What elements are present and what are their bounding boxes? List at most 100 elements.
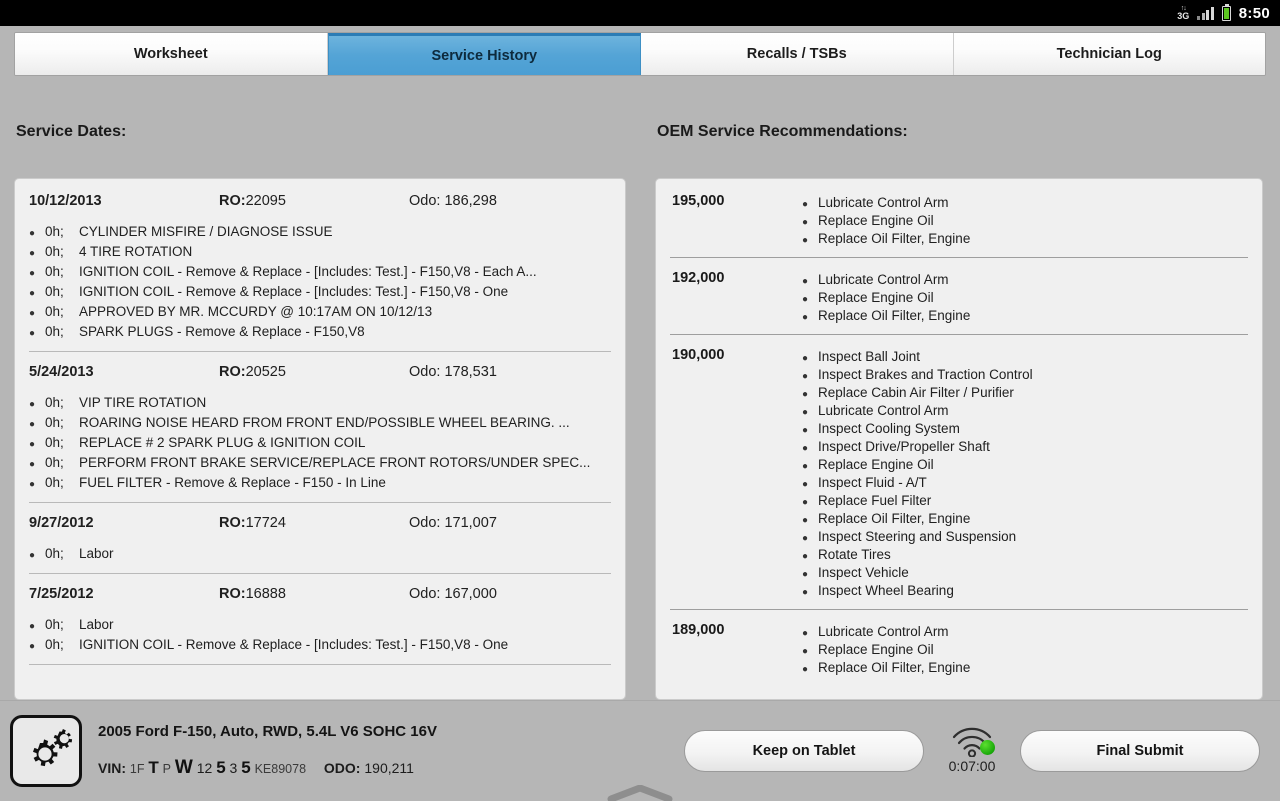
service-line-description: Labor xyxy=(79,617,114,632)
oem-item-list: ●Lubricate Control Arm●Replace Engine Oi… xyxy=(802,193,1248,247)
oem-item[interactable]: ●Inspect Cooling System xyxy=(802,419,1248,437)
oem-item[interactable]: ●Rotate Tires xyxy=(802,545,1248,563)
oem-item-label: Lubricate Control Arm xyxy=(818,272,949,287)
oem-item[interactable]: ●Replace Engine Oil xyxy=(802,640,1248,658)
bullet-icon: ● xyxy=(802,372,818,382)
service-line-item[interactable]: ●0h;REPLACE # 2 SPARK PLUG & IGNITION CO… xyxy=(29,432,611,452)
oem-item[interactable]: ●Inspect Wheel Bearing xyxy=(802,581,1248,599)
oem-item-label: Inspect Wheel Bearing xyxy=(818,583,954,598)
service-record-header: 7/25/2012RO:16888Odo: 167,000 xyxy=(29,586,611,602)
main-content: Service Dates: 10/12/2013RO:22095Odo: 18… xyxy=(0,76,1280,700)
odo-label: ODO: xyxy=(324,760,361,776)
bullet-icon: ● xyxy=(802,647,818,657)
service-line-item[interactable]: ●0h;IGNITION COIL - Remove & Replace - [… xyxy=(29,634,611,654)
service-record-header: 10/12/2013RO:22095Odo: 186,298 xyxy=(29,193,611,209)
drawer-chevron-up-icon[interactable] xyxy=(605,785,675,801)
service-line-description: APPROVED BY MR. MCCURDY @ 10:17AM ON 10/… xyxy=(79,304,432,319)
service-record[interactable]: 5/24/2013RO:20525Odo: 178,531●0h;VIP TIR… xyxy=(29,352,611,503)
keep-on-tablet-button[interactable]: Keep on Tablet xyxy=(684,730,924,772)
service-line-item[interactable]: ●0h;ROARING NOISE HEARD FROM FRONT END/P… xyxy=(29,412,611,432)
bullet-icon: ● xyxy=(802,516,818,526)
service-date: 9/27/2012 xyxy=(29,515,219,531)
oem-item-label: Replace Engine Oil xyxy=(818,290,934,305)
tab-worksheet[interactable]: Worksheet xyxy=(15,33,328,75)
oem-item[interactable]: ●Inspect Steering and Suspension xyxy=(802,527,1248,545)
bullet-icon: ● xyxy=(802,570,818,580)
bullet-icon: ● xyxy=(802,390,818,400)
service-line-item[interactable]: ●0h;IGNITION COIL - Remove & Replace - [… xyxy=(29,281,611,301)
odo-group: ODO: 190,211 xyxy=(324,760,414,776)
service-line-item[interactable]: ●0h;VIP TIRE ROTATION xyxy=(29,392,611,412)
service-record[interactable]: 10/12/2013RO:22095Odo: 186,298 ●0h;CYLIND… xyxy=(29,179,611,352)
bullet-icon: ● xyxy=(29,289,45,299)
service-line-item[interactable]: ●0h;4 TIRE ROTATION xyxy=(29,241,611,261)
oem-item[interactable]: ●Lubricate Control Arm xyxy=(802,193,1248,211)
bullet-icon: ● xyxy=(802,408,818,418)
service-line-item[interactable]: ●0h;Labor xyxy=(29,543,611,563)
oem-item[interactable]: ●Inspect Drive/Propeller Shaft xyxy=(802,437,1248,455)
service-line-item[interactable]: ●0h;FUEL FILTER - Remove & Replace - F15… xyxy=(29,472,611,492)
oem-item[interactable]: ●Lubricate Control Arm xyxy=(802,401,1248,419)
oem-item[interactable]: ●Inspect Vehicle xyxy=(802,563,1248,581)
service-line-item[interactable]: ●0h;PERFORM FRONT BRAKE SERVICE/REPLACE … xyxy=(29,452,611,472)
bullet-icon: ● xyxy=(802,552,818,562)
oem-item[interactable]: ●Lubricate Control Arm xyxy=(802,622,1248,640)
oem-recommendation-group[interactable]: 192,000●Lubricate Control Arm●Replace En… xyxy=(670,258,1248,335)
oem-mileage: 190,000 xyxy=(672,347,802,599)
oem-item-label: Inspect Drive/Propeller Shaft xyxy=(818,439,990,454)
service-date: 5/24/2013 xyxy=(29,364,219,380)
oem-mileage: 189,000 xyxy=(672,622,802,676)
service-date: 10/12/2013 xyxy=(29,193,219,209)
oem-item[interactable]: ●Replace Oil Filter, Engine xyxy=(802,509,1248,527)
service-ro-number: RO:20525 xyxy=(219,364,409,380)
oem-item-label: Inspect Vehicle xyxy=(818,565,909,580)
final-submit-label: Final Submit xyxy=(1097,743,1184,759)
tab-recalls-tsbs[interactable]: Recalls / TSBs xyxy=(641,33,954,75)
oem-item[interactable]: ●Replace Engine Oil xyxy=(802,211,1248,229)
service-line-item[interactable]: ●0h;SPARK PLUGS - Remove & Replace - F15… xyxy=(29,321,611,341)
service-history-panel[interactable]: 10/12/2013RO:22095Odo: 186,298 ●0h;CYLIND… xyxy=(14,178,626,700)
service-line-description: IGNITION COIL - Remove & Replace - [Incl… xyxy=(79,284,508,299)
gears-logo-icon xyxy=(10,715,82,787)
oem-recommendations-panel[interactable]: 195,000●Lubricate Control Arm●Replace En… xyxy=(655,178,1263,700)
vin-segment: W xyxy=(175,757,193,778)
oem-item[interactable]: ●Lubricate Control Arm xyxy=(802,270,1248,288)
vin-segment: T xyxy=(148,758,158,777)
service-line-hours: 0h; xyxy=(45,637,79,652)
oem-item[interactable]: ●Replace Oil Filter, Engine xyxy=(802,658,1248,676)
oem-recommendations-title: OEM Service Recommendations: xyxy=(655,76,1263,141)
oem-item[interactable]: ●Replace Oil Filter, Engine xyxy=(802,306,1248,324)
service-line-hours: 0h; xyxy=(45,546,79,561)
oem-item-label: Replace Oil Filter, Engine xyxy=(818,660,970,675)
oem-item[interactable]: ●Replace Engine Oil xyxy=(802,455,1248,473)
service-line-item[interactable]: ●0h;IGNITION COIL - Remove & Replace - [… xyxy=(29,261,611,281)
service-ro-label: RO: xyxy=(219,515,246,531)
oem-item[interactable]: ●Replace Engine Oil xyxy=(802,288,1248,306)
oem-recommendation-group[interactable]: 189,000●Lubricate Control Arm●Replace En… xyxy=(670,610,1248,686)
oem-item[interactable]: ●Replace Cabin Air Filter / Purifier xyxy=(802,383,1248,401)
tab-service-history[interactable]: Service History xyxy=(328,33,642,75)
oem-item[interactable]: ●Inspect Ball Joint xyxy=(802,347,1248,365)
bullet-icon: ● xyxy=(802,588,818,598)
service-line-description: 4 TIRE ROTATION xyxy=(79,244,192,259)
service-line-description: REPLACE # 2 SPARK PLUG & IGNITION COIL xyxy=(79,435,365,450)
oem-recommendation-group[interactable]: 195,000●Lubricate Control Arm●Replace En… xyxy=(670,179,1248,258)
oem-item-label: Replace Oil Filter, Engine xyxy=(818,511,970,526)
oem-item[interactable]: ●Replace Oil Filter, Engine xyxy=(802,229,1248,247)
oem-item[interactable]: ●Replace Fuel Filter xyxy=(802,491,1248,509)
wifi-status: 0:07:00 xyxy=(940,727,1004,774)
tab-technician-log[interactable]: Technician Log xyxy=(954,33,1266,75)
bullet-icon: ● xyxy=(29,460,45,470)
service-line-item[interactable]: ●0h;Labor xyxy=(29,614,611,634)
oem-recommendation-group[interactable]: 190,000●Inspect Ball Joint●Inspect Brake… xyxy=(670,335,1248,610)
service-record[interactable]: 7/25/2012RO:16888Odo: 167,000 ●0h;Labor●0… xyxy=(29,574,611,665)
service-record[interactable]: 9/27/2012RO:17724Odo: 171,007●0h;Labor xyxy=(29,503,611,574)
service-line-item[interactable]: ●0h;APPROVED BY MR. MCCURDY @ 10:17AM ON… xyxy=(29,301,611,321)
final-submit-button[interactable]: Final Submit xyxy=(1020,730,1260,772)
oem-item[interactable]: ●Inspect Fluid - A/T xyxy=(802,473,1248,491)
oem-item[interactable]: ●Inspect Brakes and Traction Control xyxy=(802,365,1248,383)
bullet-icon: ● xyxy=(802,354,818,364)
service-ro-label: RO: xyxy=(219,193,246,209)
network-3g-icon: ↑↓ 3G xyxy=(1177,5,1189,21)
service-line-item[interactable]: ●0h;CYLINDER MISFIRE / DIAGNOSE ISSUE xyxy=(29,221,611,241)
